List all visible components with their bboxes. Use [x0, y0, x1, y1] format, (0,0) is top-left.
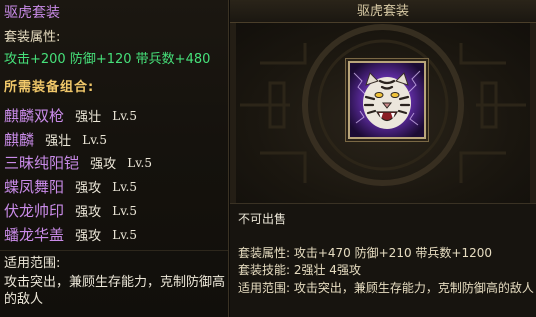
- item-description-area: 不可出售 套装属性: 攻击+470 防御+210 带兵数+1200 套装技能: …: [230, 203, 536, 317]
- item-art-area: [230, 23, 536, 203]
- tooltip-title: 驱虎套装: [356, 4, 409, 19]
- set-tooltip-screen: 驱虎套装 套装属性: 攻击+200 防御+120 带兵数+480 所需装备组合:…: [0, 0, 536, 317]
- equipment-level: Lv.5: [112, 203, 137, 218]
- equipment-name: 蟠龙华盖: [4, 226, 65, 244]
- divider: [0, 250, 228, 251]
- set-info-panel: 驱虎套装 套装属性: 攻击+200 防御+120 带兵数+480 所需装备组合:…: [0, 0, 229, 317]
- required-equipment-label: 所需装备组合:: [4, 80, 95, 95]
- equipment-type: 强攻: [90, 157, 117, 172]
- set-attribute-label: 套装属性:: [4, 30, 61, 45]
- scope-text: 攻击突出，兼顾生存能力，克制防御高的敌人: [4, 275, 226, 307]
- equipment-level: Lv.5: [112, 108, 137, 123]
- equipment-type: 强攻: [75, 205, 102, 220]
- equipment-row[interactable]: 蟠龙华盖 强攻 Lv.5: [4, 224, 137, 246]
- equipment-type: 强壮: [75, 110, 102, 125]
- item-tooltip-panel: 驱虎套装 不可出售 套装属性: 攻击+470 防御+210 带兵数+1200 套…: [230, 0, 536, 317]
- equipment-row[interactable]: 伏龙帅印 强攻 Lv.5: [4, 200, 137, 222]
- not-sellable-text: 不可出售: [238, 212, 287, 226]
- tiger-head-icon[interactable]: [348, 61, 426, 139]
- scope-label: 适用范围:: [4, 256, 61, 271]
- equipment-level: Lv.5: [112, 179, 137, 194]
- equipment-type: 强攻: [75, 229, 102, 244]
- equipment-level: Lv.5: [127, 155, 152, 170]
- tooltip-title-bar: 驱虎套装: [230, 0, 536, 23]
- equipment-level: Lv.5: [82, 132, 107, 147]
- equipment-row[interactable]: 麒麟双枪 强壮 Lv.5: [4, 105, 137, 127]
- set-attribute-values: 攻击+200 防御+120 带兵数+480: [4, 52, 211, 67]
- equipment-name: 三昧纯阳铠: [4, 154, 80, 172]
- equipment-level: Lv.5: [112, 227, 137, 242]
- set-attribute-line: 套装属性: 攻击+470 防御+210 带兵数+1200: [238, 246, 492, 260]
- set-scope-line: 适用范围: 攻击突出，兼顾生存能力，克制防御高的敌人: [238, 281, 534, 295]
- equipment-row[interactable]: 三昧纯阳铠 强攻 Lv.5: [4, 152, 152, 174]
- equipment-row[interactable]: 麒麟 强壮 Lv.5: [4, 129, 107, 151]
- equipment-type: 强壮: [45, 134, 72, 149]
- equipment-type: 强攻: [75, 181, 102, 196]
- equipment-name: 蝶凤舞阳: [4, 178, 65, 196]
- set-skill-line: 套装技能: 2强壮 4强攻: [238, 263, 361, 277]
- equipment-name: 麒麟双枪: [4, 107, 65, 125]
- set-title: 驱虎套装: [4, 5, 60, 21]
- equipment-name: 麒麟: [4, 131, 35, 149]
- equipment-name: 伏龙帅印: [4, 202, 65, 220]
- equipment-row[interactable]: 蝶凤舞阳 强攻 Lv.5: [4, 176, 137, 198]
